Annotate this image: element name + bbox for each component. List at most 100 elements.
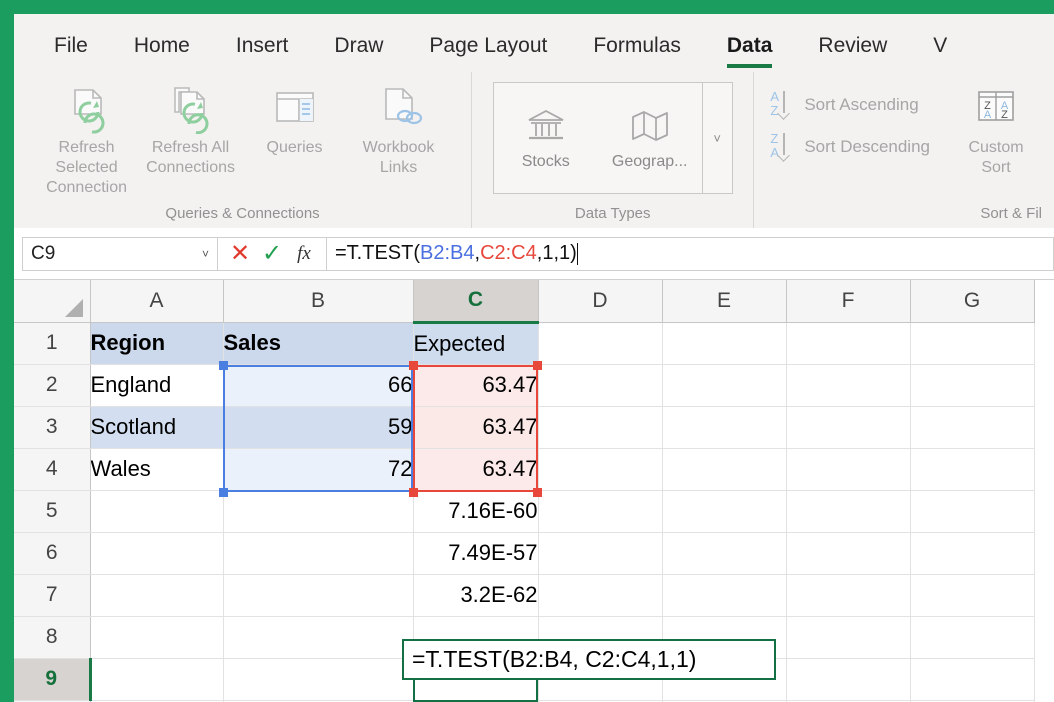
cell-a2[interactable]: England [90,364,224,407]
range-handle-red-top-left[interactable] [409,361,418,370]
range-handle-red-bottom-right[interactable] [533,488,542,497]
in-cell-formula-editor[interactable]: =T.TEST(B2:B4, C2:C4,1,1) [402,639,776,680]
cell-g1[interactable] [910,322,1035,365]
cell-a9[interactable] [90,658,224,701]
row-header-1[interactable]: 1 [14,322,91,365]
cell-d2[interactable] [538,364,663,407]
range-handle-red-bottom-left[interactable] [409,488,418,497]
column-header-c[interactable]: C [413,280,539,324]
cell-b1[interactable]: Sales [223,322,414,365]
cell-e5[interactable] [662,490,787,533]
cell-e4[interactable] [662,448,787,491]
cell-a6[interactable] [90,532,224,575]
workbook-links-button[interactable]: Workbook Links [347,80,451,178]
sort-ascending-button[interactable]: A Z Sort Ascending [770,90,930,120]
cell-d4[interactable] [538,448,663,491]
cell-d7[interactable] [538,574,663,617]
insert-function-icon[interactable]: fx [288,239,320,269]
ribbon-tab-formulas[interactable]: Formulas [593,34,681,68]
cell-f5[interactable] [786,490,911,533]
cell-a5[interactable] [90,490,224,533]
ribbon-tab-review[interactable]: Review [818,34,887,68]
row-header-3[interactable]: 3 [14,406,91,449]
range-handle-blue-bottom-left[interactable] [219,488,228,497]
cell-a8[interactable] [90,616,224,659]
cell-f1[interactable] [786,322,911,365]
cell-c7[interactable]: 3.2E-62 [413,574,539,617]
refresh-selected-connection-button[interactable]: Refresh Selected Connection [35,80,139,198]
ribbon-tab-view[interactable]: V [933,34,947,68]
ribbon-tab-draw[interactable]: Draw [334,34,383,68]
cell-e1[interactable] [662,322,787,365]
cell-g8[interactable] [910,616,1035,659]
ribbon-tab-file[interactable]: File [54,34,88,68]
range-handle-red-top-right[interactable] [533,361,542,370]
queries-button[interactable]: Queries [243,80,347,158]
cell-b5[interactable] [223,490,414,533]
cell-f6[interactable] [786,532,911,575]
chevron-down-icon[interactable]: ˅ [202,247,209,261]
cell-b7[interactable] [223,574,414,617]
cell-b2[interactable]: 66 [223,364,414,407]
custom-sort-button[interactable]: Z A A Z Custom Sort [944,80,1048,178]
row-header-2[interactable]: 2 [14,364,91,407]
cell-c6[interactable]: 7.49E-57 [413,532,539,575]
cell-a1[interactable]: Region [90,322,224,365]
cancel-icon[interactable]: ✕ [224,239,256,269]
cell-g9[interactable] [910,658,1035,701]
cell-g3[interactable] [910,406,1035,449]
column-header-e[interactable]: E [662,280,787,323]
cell-a3[interactable]: Scotland [90,406,224,449]
stocks-button[interactable]: Stocks [494,83,598,193]
formula-input[interactable]: =T.TEST(B2:B4, C2:C4,1,1) [327,236,1054,271]
cell-a7[interactable] [90,574,224,617]
cell-f8[interactable] [786,616,911,659]
cell-c2[interactable]: 63.47 [413,364,539,407]
sort-descending-button[interactable]: Z A Sort Descending [770,132,930,162]
cell-e6[interactable] [662,532,787,575]
column-header-a[interactable]: A [90,280,224,323]
cell-d6[interactable] [538,532,663,575]
cell-f9[interactable] [786,658,911,701]
select-all-corner[interactable] [14,280,91,323]
column-header-g[interactable]: G [910,280,1035,323]
column-header-b[interactable]: B [223,280,414,323]
ribbon-tab-home[interactable]: Home [134,34,190,68]
cell-g5[interactable] [910,490,1035,533]
cell-c3[interactable]: 63.47 [413,406,539,449]
row-header-8[interactable]: 8 [14,616,91,659]
name-box[interactable]: C9 ˅ [22,236,218,271]
cell-g4[interactable] [910,448,1035,491]
refresh-all-connections-button[interactable]: Refresh All Connections [139,80,243,178]
cell-b3[interactable]: 59 [223,406,414,449]
cell-b4[interactable]: 72 [223,448,414,491]
cell-g2[interactable] [910,364,1035,407]
cell-b6[interactable] [223,532,414,575]
cell-f4[interactable] [786,448,911,491]
row-header-6[interactable]: 6 [14,532,91,575]
geography-button[interactable]: Geograp... [598,83,702,193]
cell-b8[interactable] [223,616,414,659]
cell-d3[interactable] [538,406,663,449]
cell-e2[interactable] [662,364,787,407]
data-types-more-chevron-down-icon[interactable]: ˅ [701,83,732,193]
row-header-7[interactable]: 7 [14,574,91,617]
row-header-5[interactable]: 5 [14,490,91,533]
row-header-4[interactable]: 4 [14,448,91,491]
cell-g6[interactable] [910,532,1035,575]
ribbon-tab-insert[interactable]: Insert [236,34,289,68]
cell-d1[interactable] [538,322,663,365]
cell-c4[interactable]: 63.47 [413,448,539,491]
cell-e7[interactable] [662,574,787,617]
column-header-d[interactable]: D [538,280,663,323]
cell-a4[interactable]: Wales [90,448,224,491]
cell-c1[interactable]: Expected [413,322,539,365]
cell-f3[interactable] [786,406,911,449]
cell-b9[interactable] [223,658,414,701]
cell-f7[interactable] [786,574,911,617]
cell-e3[interactable] [662,406,787,449]
cell-c5[interactable]: 7.16E-60 [413,490,539,533]
column-header-f[interactable]: F [786,280,911,323]
ribbon-tab-data[interactable]: Data [726,34,772,68]
cell-d5[interactable] [538,490,663,533]
